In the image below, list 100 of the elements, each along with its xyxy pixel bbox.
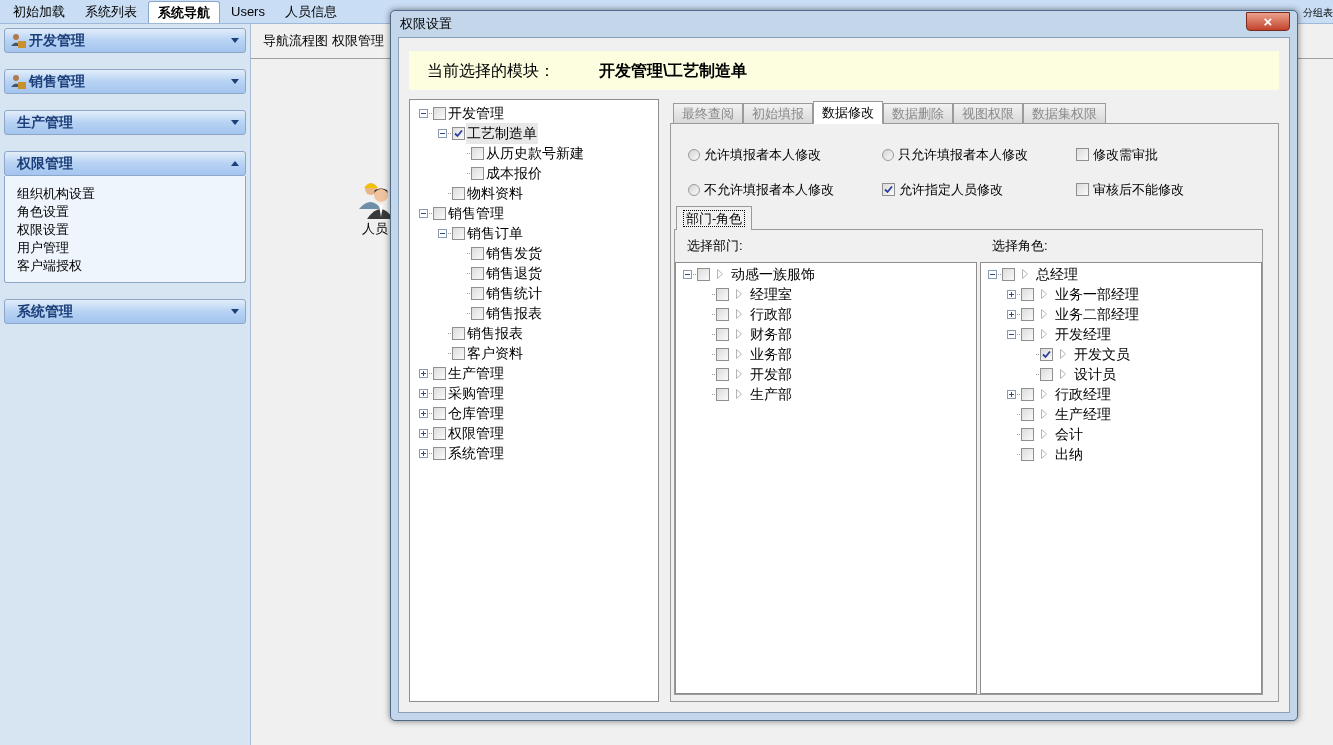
tree-item[interactable]: 销售退货 — [485, 262, 543, 284]
tree-item[interactable]: 销售报表 — [485, 302, 543, 324]
tree-item[interactable]: 会计 — [1054, 423, 1084, 445]
checkbox[interactable] — [697, 267, 710, 281]
checkbox[interactable] — [716, 367, 729, 381]
checkbox[interactable] — [1040, 367, 1053, 381]
tree-item[interactable]: 生产部 — [749, 383, 793, 405]
section-header[interactable]: 生产管理 — [4, 110, 246, 135]
expand-icon[interactable] — [419, 428, 428, 438]
radio-button[interactable] — [688, 148, 700, 161]
collapse-icon[interactable] — [419, 208, 428, 218]
checkbox[interactable] — [471, 266, 484, 280]
collapse-icon[interactable] — [438, 128, 447, 138]
tab[interactable]: 人员信息 — [275, 1, 346, 23]
tree-item[interactable]: 生产管理 — [447, 362, 505, 384]
checkbox[interactable] — [433, 386, 446, 400]
expand-icon[interactable] — [419, 368, 428, 378]
tree-item[interactable]: 财务部 — [749, 323, 793, 345]
tree-item[interactable]: 业务一部经理 — [1054, 283, 1140, 305]
checkbox[interactable] — [471, 286, 484, 300]
tab[interactable]: 数据修改 — [813, 101, 883, 124]
sidebar-item[interactable]: 客户端授权 — [17, 256, 233, 274]
sidebar-item[interactable]: 角色设置 — [17, 202, 233, 220]
tree-item[interactable]: 行政经理 — [1054, 383, 1112, 405]
tree-item[interactable]: 销售管理 — [447, 202, 505, 224]
tree-item[interactable]: 设计员 — [1073, 363, 1117, 385]
checkbox[interactable] — [716, 347, 729, 361]
checkbox[interactable] — [452, 326, 465, 340]
checkbox[interactable] — [471, 246, 484, 260]
checkbox[interactable] — [1040, 347, 1053, 361]
sidebar-item[interactable]: 用户管理 — [17, 238, 233, 256]
tree-item[interactable]: 开发经理 — [1054, 323, 1112, 345]
checkbox[interactable] — [452, 186, 465, 200]
tree-item[interactable]: 生产经理 — [1054, 403, 1112, 425]
collapse-icon[interactable] — [683, 269, 692, 279]
checkbox[interactable] — [716, 287, 729, 301]
radio-button[interactable] — [688, 183, 700, 196]
section-header[interactable]: 权限管理 — [4, 151, 246, 176]
checkbox[interactable] — [433, 406, 446, 420]
collapse-icon[interactable] — [419, 108, 428, 118]
checkbox[interactable] — [1021, 287, 1034, 301]
tab[interactable]: 部门-角色 — [676, 206, 753, 230]
section-header[interactable]: 开发管理 — [4, 28, 246, 53]
tree-item[interactable]: 销售发货 — [485, 242, 543, 264]
tab[interactable]: Users — [222, 1, 274, 23]
sidebar-item[interactable]: 组织机构设置 — [17, 184, 233, 202]
collapse-icon[interactable] — [988, 269, 997, 279]
tree-item[interactable]: 工艺制造单 — [466, 122, 538, 144]
tree-item[interactable]: 权限管理 — [447, 422, 505, 444]
checkbox[interactable] — [716, 327, 729, 341]
checkbox[interactable] — [452, 226, 465, 240]
tree-item[interactable]: 开发文员 — [1073, 343, 1131, 365]
tree-item[interactable]: 销售订单 — [466, 222, 524, 244]
tree-item[interactable]: 系统管理 — [447, 442, 505, 464]
checkbox[interactable] — [433, 106, 446, 120]
tree-item[interactable]: 总经理 — [1035, 263, 1079, 285]
sidebar-item[interactable]: 权限设置 — [17, 220, 233, 238]
tab[interactable]: 系统列表 — [76, 1, 146, 23]
checkbox[interactable] — [452, 346, 465, 360]
checkbox[interactable] — [471, 146, 484, 160]
tree-item[interactable]: 销售报表 — [466, 322, 524, 344]
checkbox[interactable] — [471, 166, 484, 180]
checkbox[interactable] — [1076, 183, 1089, 196]
tree-item[interactable]: 销售统计 — [485, 282, 543, 304]
tree-item[interactable]: 采购管理 — [447, 382, 505, 404]
collapse-icon[interactable] — [1007, 329, 1016, 339]
tree-item[interactable]: 客户资料 — [466, 342, 524, 364]
checkbox[interactable] — [1021, 327, 1034, 341]
section-header[interactable]: 系统管理 — [4, 299, 246, 324]
checkbox[interactable] — [1021, 427, 1034, 441]
checkbox[interactable] — [452, 126, 465, 140]
checkbox[interactable] — [1076, 148, 1089, 161]
tab[interactable]: 分组表 — [1303, 1, 1333, 23]
section-header[interactable]: 销售管理 — [4, 69, 246, 94]
checkbox[interactable] — [433, 206, 446, 220]
checkbox[interactable] — [882, 183, 895, 196]
tree-item[interactable]: 开发部 — [749, 363, 793, 385]
collapse-icon[interactable] — [438, 228, 447, 238]
checkbox[interactable] — [471, 306, 484, 320]
checkbox[interactable] — [433, 366, 446, 380]
checkbox[interactable] — [1021, 307, 1034, 321]
tab[interactable]: 初始加载 — [4, 1, 74, 23]
radio-button[interactable] — [882, 148, 894, 161]
checkbox[interactable] — [1002, 267, 1015, 281]
checkbox[interactable] — [1021, 407, 1034, 421]
tree-item[interactable]: 开发管理 — [447, 102, 505, 124]
expand-icon[interactable] — [1007, 309, 1016, 319]
tree-item[interactable]: 出纳 — [1054, 443, 1084, 465]
checkbox[interactable] — [1021, 447, 1034, 461]
tree-item[interactable]: 动感一族服饰 — [730, 263, 816, 285]
tree-item[interactable]: 行政部 — [749, 303, 793, 325]
tree-item[interactable]: 业务部 — [749, 343, 793, 365]
expand-icon[interactable] — [419, 448, 428, 458]
expand-icon[interactable] — [1007, 289, 1016, 299]
expand-icon[interactable] — [419, 388, 428, 398]
expand-icon[interactable] — [419, 408, 428, 418]
checkbox[interactable] — [433, 446, 446, 460]
tree-item[interactable]: 从历史款号新建 — [485, 142, 585, 164]
tree-item[interactable]: 物料资料 — [466, 182, 524, 204]
checkbox[interactable] — [1021, 387, 1034, 401]
